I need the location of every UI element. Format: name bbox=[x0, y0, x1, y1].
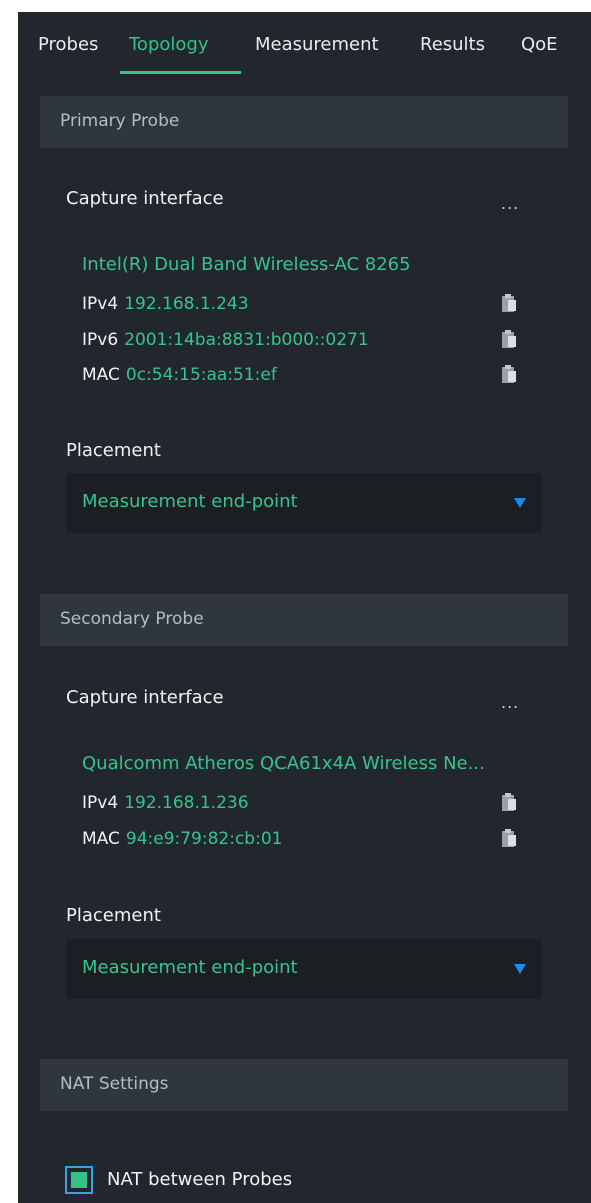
address-key: MAC bbox=[82, 365, 120, 385]
copy-icon[interactable] bbox=[501, 329, 517, 349]
address-row-ipv4: IPv4 192.168.1.236 bbox=[82, 793, 249, 813]
copy-icon[interactable] bbox=[501, 792, 517, 812]
active-tab-indicator bbox=[120, 71, 241, 74]
address-key: IPv4 bbox=[82, 294, 119, 314]
interface-name: Qualcomm Atheros QCA61x4A Wireless Ne... bbox=[82, 753, 485, 774]
placement-value: Measurement end-point bbox=[82, 491, 298, 512]
copy-icon[interactable] bbox=[501, 364, 517, 384]
placement-value: Measurement end-point bbox=[82, 957, 298, 978]
address-value: 192.168.1.236 bbox=[124, 793, 249, 813]
placement-dropdown[interactable]: Measurement end-point bbox=[66, 939, 542, 999]
topology-panel: Probes Topology Measurement Results QoE … bbox=[18, 12, 591, 1203]
address-value: 2001:14ba:8831:b000::0271 bbox=[124, 330, 369, 350]
address-row-mac: MAC 94:e9:79:82:cb:01 bbox=[82, 829, 282, 849]
tab-measurement[interactable]: Measurement bbox=[255, 34, 379, 55]
capture-interface-label: Capture interface bbox=[66, 687, 224, 708]
copy-icon[interactable] bbox=[501, 293, 517, 313]
address-row-mac: MAC 0c:54:15:aa:51:ef bbox=[82, 365, 277, 385]
section-title: Primary Probe bbox=[60, 111, 180, 131]
caret-down-icon bbox=[514, 498, 526, 508]
tab-qoe[interactable]: QoE bbox=[521, 34, 558, 55]
capture-interface-more-button[interactable]: ... bbox=[501, 693, 519, 712]
placement-label: Placement bbox=[66, 440, 161, 461]
capture-interface-label: Capture interface bbox=[66, 188, 224, 209]
nat-checkbox-label[interactable]: NAT between Probes bbox=[107, 1169, 292, 1190]
address-value: 94:e9:79:82:cb:01 bbox=[125, 829, 283, 849]
nat-checkbox[interactable] bbox=[65, 1166, 93, 1194]
primary-probe-header: Primary Probe bbox=[40, 96, 568, 148]
address-key: MAC bbox=[82, 829, 120, 849]
tab-probes[interactable]: Probes bbox=[38, 34, 98, 55]
placement-dropdown[interactable]: Measurement end-point bbox=[66, 473, 542, 533]
address-key: IPv6 bbox=[82, 330, 119, 350]
placement-label: Placement bbox=[66, 905, 161, 926]
caret-down-icon bbox=[514, 964, 526, 974]
tab-bar: Probes Topology Measurement Results QoE bbox=[18, 12, 591, 74]
section-title: Secondary Probe bbox=[60, 609, 204, 629]
tab-results[interactable]: Results bbox=[420, 34, 485, 55]
address-value: 0c:54:15:aa:51:ef bbox=[125, 365, 277, 385]
copy-icon[interactable] bbox=[501, 828, 517, 848]
checkbox-checked-indicator bbox=[71, 1172, 87, 1188]
nat-settings-header: NAT Settings bbox=[40, 1059, 568, 1111]
address-value: 192.168.1.243 bbox=[124, 294, 249, 314]
section-title: NAT Settings bbox=[60, 1074, 169, 1094]
address-row-ipv4: IPv4 192.168.1.243 bbox=[82, 294, 249, 314]
secondary-probe-header: Secondary Probe bbox=[40, 594, 568, 646]
tab-topology[interactable]: Topology bbox=[129, 34, 208, 55]
interface-name: Intel(R) Dual Band Wireless-AC 8265 bbox=[82, 254, 411, 275]
capture-interface-more-button[interactable]: ... bbox=[501, 194, 519, 213]
address-row-ipv6: IPv6 2001:14ba:8831:b000::0271 bbox=[82, 330, 369, 350]
address-key: IPv4 bbox=[82, 793, 119, 813]
